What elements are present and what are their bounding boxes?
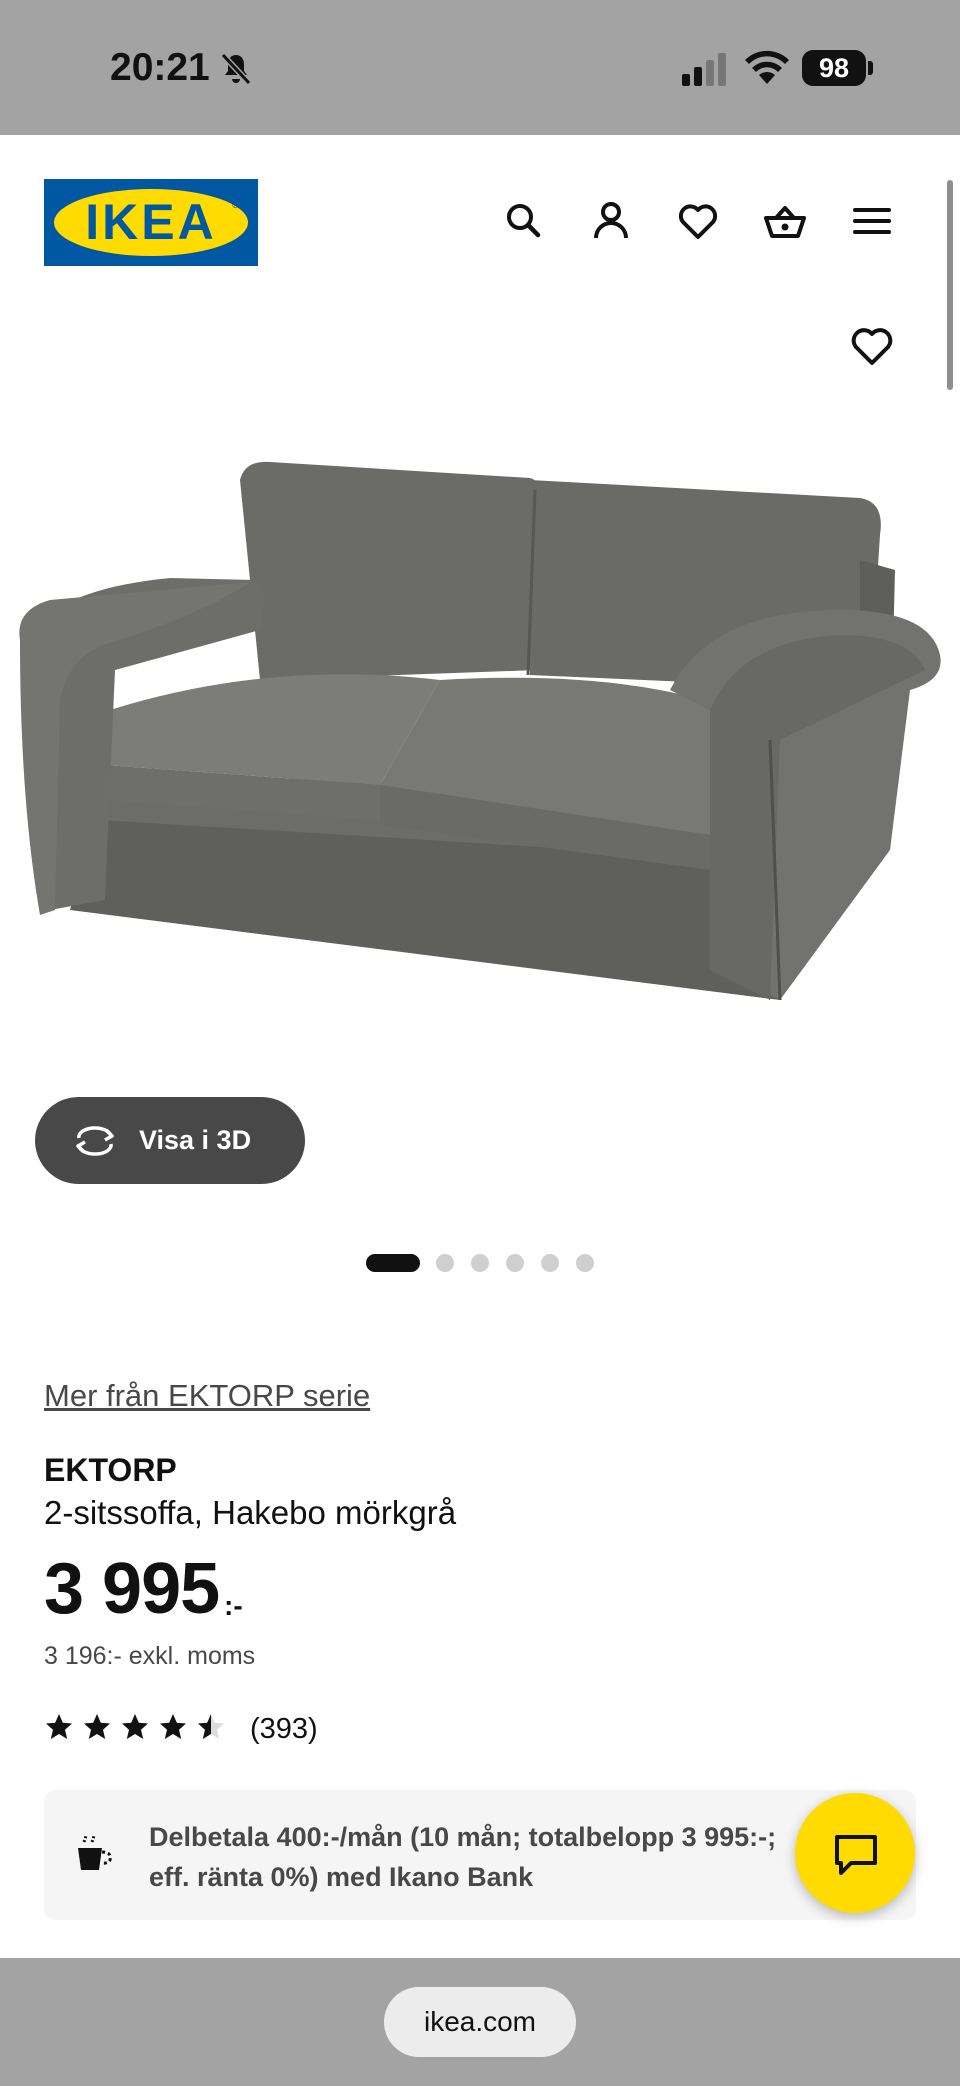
logo-text: IKEA [85,194,217,250]
ikea-logo[interactable]: IKEA ® [44,179,258,266]
menu-icon[interactable] [847,196,897,246]
battery-cap [868,61,873,75]
heart-icon[interactable] [673,196,723,246]
signal-icon [680,52,728,86]
star-filled-icon [122,1714,148,1739]
price-excl-vat: 3 196:- exkl. moms [44,1642,256,1670]
battery-level: 98 [802,50,866,86]
status-bar: 20:21 98 [0,0,960,135]
bell-silent-icon [220,52,252,86]
star-half-icon [198,1714,224,1739]
search-icon[interactable] [499,196,549,246]
payment-cup-icon [78,1835,112,1870]
star-filled-icon [160,1714,186,1739]
installment-banner[interactable]: Delbetala 400:-/mån (10 mån; totalbelopp… [44,1790,916,1920]
wifi-icon [744,50,790,86]
carousel-dot-5[interactable] [541,1254,559,1272]
product-name: EKTORP [44,1452,177,1488]
page-scrollbar[interactable] [947,180,953,390]
product-price: 3 995 [44,1549,220,1629]
price-suffix: :- [224,1590,243,1621]
carousel-dot-2[interactable] [436,1254,454,1272]
carousel-dot-1[interactable] [366,1254,420,1272]
registered-mark: ® [232,200,240,211]
profile-icon[interactable] [586,196,636,246]
heart-outline-icon [851,328,893,365]
url-bar[interactable]: ikea.com [384,1987,576,2057]
view-in-3d-label: Visa i 3D [139,1125,252,1155]
product-image[interactable] [10,440,950,1040]
star-filled-icon [84,1714,110,1739]
basket-icon[interactable] [760,196,810,246]
add-to-favourites-button[interactable] [846,320,898,372]
carousel-dot-3[interactable] [471,1254,489,1272]
product-description: 2-sitssoffa, Hakebo mörkgrå [44,1494,457,1531]
chat-icon [835,1835,877,1875]
star-filled-icon [46,1714,72,1739]
status-time: 20:21 [110,46,210,89]
browser-bottom-bar: ikea.com [0,1958,960,2086]
review-count[interactable]: (393) [250,1712,318,1746]
chat-button[interactable] [795,1793,915,1913]
view-in-3d-button[interactable]: Visa i 3D [35,1097,305,1184]
series-link[interactable]: Mer från EKTORP serie [44,1378,370,1414]
installment-text: Delbetala 400:-/mån (10 mån; totalbelopp… [149,1822,777,1892]
rotate-3d-icon [76,1126,114,1156]
carousel-dot-6[interactable] [576,1254,594,1272]
carousel-dot-4[interactable] [506,1254,524,1272]
